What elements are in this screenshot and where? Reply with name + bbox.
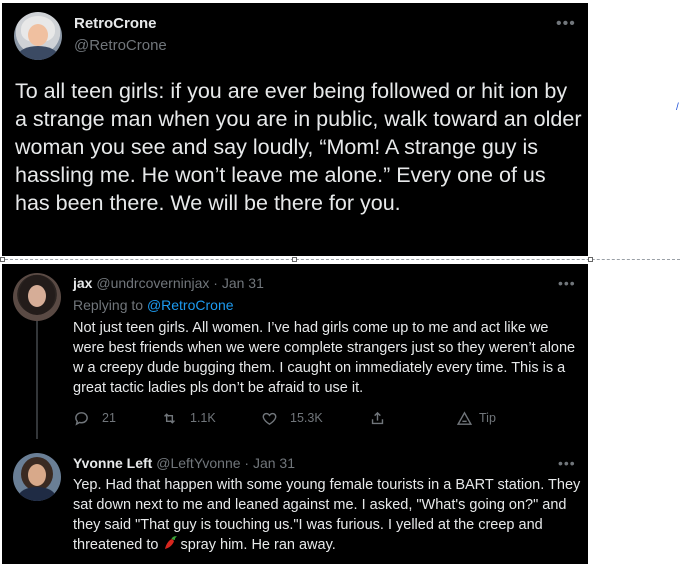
avatar[interactable] [13, 273, 61, 321]
reply-author-handle[interactable]: @LeftYvonne [156, 455, 240, 471]
retweet-icon [164, 412, 175, 424]
thread-connector [36, 321, 38, 439]
reply-text-part: spray him. He ran away. [180, 537, 336, 553]
more-options-icon[interactable]: ••• [556, 15, 576, 33]
reply-text: Yep. Had that happen with some young fem… [73, 475, 583, 555]
selection-divider [0, 259, 680, 260]
like-button[interactable]: 15.3K [261, 408, 323, 428]
reply-text: Not just teen girls. All women. I’ve had… [73, 320, 576, 396]
avatar[interactable] [13, 453, 61, 501]
retweet-count: 1.1K [190, 411, 216, 425]
reply-header: Yvonne Left @LeftYvonne · Jan 31 [73, 455, 295, 471]
cursor-mark-icon: / [676, 102, 679, 113]
reply-date[interactable]: · Jan 31 [244, 455, 295, 471]
avatar[interactable] [14, 12, 62, 60]
reply-count: 21 [102, 411, 116, 425]
selection-handle[interactable] [292, 257, 297, 262]
tweet-text: To all teen girls: if you are ever being… [15, 79, 582, 215]
action-bar: 21 1.1K 15.3K Tip [73, 408, 533, 428]
selection-handle[interactable] [0, 257, 5, 262]
replying-to: Replying to @RetroCrone [73, 297, 234, 313]
reply-header: jax @undrcoverninjax · Jan 31 [73, 275, 264, 291]
like-count: 15.3K [290, 411, 323, 425]
replying-prefix: Replying to [73, 297, 144, 313]
share-icon [371, 411, 384, 424]
reply-author-handle[interactable]: @undrcoverninjax [96, 275, 209, 291]
mention-link[interactable]: @RetroCrone [147, 297, 234, 313]
selection-handle[interactable] [588, 257, 593, 262]
replies-section: jax @undrcoverninjax · Jan 31 ••• Replyi… [2, 264, 588, 564]
heart-icon [262, 412, 277, 425]
share-button[interactable] [369, 408, 386, 428]
reply-author-name[interactable]: jax [73, 275, 92, 291]
author-handle[interactable]: @RetroCrone [74, 37, 167, 54]
tip-icon [456, 410, 473, 425]
retweet-button[interactable]: 1.1K [161, 408, 216, 428]
tip-button[interactable]: Tip [456, 408, 496, 428]
more-options-icon[interactable]: ••• [558, 275, 576, 291]
reply-icon [75, 411, 88, 426]
hot-pepper-icon [164, 536, 177, 549]
reply-button[interactable]: 21 [73, 408, 116, 428]
author-display-name[interactable]: RetroCrone [74, 15, 157, 32]
reply-date[interactable]: · Jan 31 [213, 275, 264, 291]
reply-author-name[interactable]: Yvonne Left [73, 455, 152, 471]
tip-label: Tip [479, 411, 496, 425]
main-tweet: RetroCrone @RetroCrone ••• To all teen g… [2, 3, 588, 256]
more-options-icon[interactable]: ••• [558, 455, 576, 471]
